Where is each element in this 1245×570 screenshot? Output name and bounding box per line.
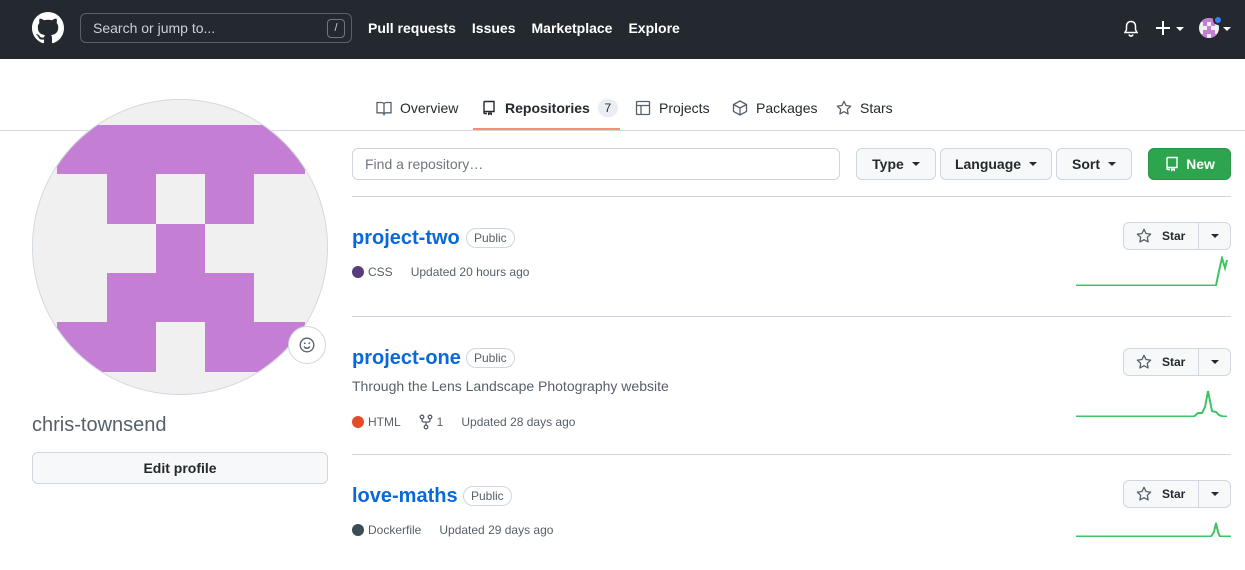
fork-count: 1	[436, 415, 444, 429]
list-divider	[352, 196, 1231, 197]
star-list-dropdown[interactable]	[1199, 481, 1230, 507]
package-icon	[732, 100, 748, 116]
star-button-group: Star	[1123, 348, 1231, 376]
fork-count-link[interactable]: 1	[419, 414, 444, 430]
repo-updated: Updated 29 days ago	[439, 523, 554, 537]
find-repository-input[interactable]	[352, 148, 840, 180]
nav-marketplace[interactable]: Marketplace	[532, 20, 613, 36]
identicon-avatar-icon	[33, 100, 327, 394]
caret-down-icon	[1108, 162, 1116, 166]
list-divider	[352, 316, 1231, 317]
profile-username: chris-townsend	[32, 414, 167, 436]
sort-button[interactable]: Sort	[1056, 148, 1132, 180]
language-filter-label: Language	[954, 156, 1022, 172]
tab-projects[interactable]: Projects	[635, 96, 710, 120]
star-label: Star	[1162, 355, 1186, 369]
nav-pull-requests[interactable]: Pull requests	[368, 20, 456, 36]
set-status-button[interactable]	[288, 326, 326, 364]
visibility-badge: Public	[463, 486, 512, 506]
book-icon	[376, 101, 392, 116]
tab-overview[interactable]: Overview	[376, 96, 458, 120]
new-button-label: New	[1186, 156, 1215, 172]
search-shortcut-key: /	[327, 19, 345, 38]
nav-explore[interactable]: Explore	[628, 20, 679, 36]
star-list-dropdown[interactable]	[1199, 349, 1230, 375]
fork-icon	[419, 414, 433, 430]
tab-label: Packages	[756, 100, 818, 116]
star-list-dropdown[interactable]	[1199, 223, 1230, 249]
visibility-badge: Public	[466, 228, 515, 248]
repo-meta: CSS Updated 20 hours ago	[352, 265, 529, 279]
tab-repositories[interactable]: Repositories 7	[481, 96, 618, 120]
nav-issues[interactable]: Issues	[472, 20, 516, 36]
repo-description: Through the Lens Landscape Photography w…	[352, 378, 669, 394]
repo-updated: Updated 20 hours ago	[410, 265, 530, 279]
tab-label: Repositories	[505, 100, 590, 116]
caret-down-icon	[1210, 234, 1219, 238]
list-divider	[352, 454, 1231, 455]
language-color-dot	[352, 266, 364, 278]
star-icon	[1136, 354, 1152, 369]
star-icon	[1136, 228, 1152, 243]
new-repository-button[interactable]: New	[1148, 148, 1231, 180]
smiley-icon	[299, 337, 315, 353]
repo-icon	[1166, 156, 1178, 172]
star-button[interactable]: Star	[1124, 349, 1199, 375]
profile-avatar	[32, 99, 328, 395]
type-filter-label: Type	[872, 156, 904, 172]
top-nav: Pull requests Issues Marketplace Explore	[368, 20, 680, 36]
tab-label: Projects	[659, 100, 710, 116]
sort-label: Sort	[1072, 156, 1100, 172]
global-search-input[interactable]: Search or jump to... /	[80, 13, 352, 43]
repo-language: Dockerfile	[368, 523, 422, 537]
tab-stars[interactable]: Stars	[836, 96, 893, 120]
star-button[interactable]: Star	[1124, 481, 1199, 507]
repo-link-project-one[interactable]: project-one	[352, 347, 461, 370]
language-color-dot	[352, 416, 364, 428]
tab-label: Overview	[400, 100, 459, 116]
activity-sparkline	[1076, 390, 1227, 417]
table-icon	[635, 100, 651, 116]
repo-language: HTML	[368, 415, 401, 429]
activity-sparkline	[1076, 522, 1231, 537]
repo-language: CSS	[368, 265, 393, 279]
repo-link-project-two[interactable]: project-two	[352, 227, 460, 250]
star-button[interactable]: Star	[1124, 223, 1199, 249]
visibility-badge: Public	[466, 348, 515, 368]
notification-dot	[1213, 15, 1223, 25]
search-placeholder: Search or jump to...	[93, 20, 216, 36]
caret-down-icon	[1029, 162, 1038, 166]
caret-down-icon	[911, 162, 920, 166]
star-label: Star	[1162, 229, 1186, 243]
repositories-count-badge: 7	[597, 99, 618, 117]
star-label: Star	[1162, 487, 1186, 501]
type-filter-button[interactable]: Type	[856, 148, 936, 180]
star-icon	[1136, 486, 1152, 501]
tab-packages[interactable]: Packages	[732, 96, 817, 120]
language-filter-button[interactable]: Language	[940, 148, 1052, 180]
star-button-group: Star	[1123, 222, 1231, 250]
repo-icon	[483, 100, 495, 116]
activity-sparkline	[1076, 256, 1228, 286]
language-color-dot	[352, 524, 364, 536]
caret-down-icon	[1210, 492, 1219, 496]
edit-profile-button[interactable]: Edit profile	[32, 452, 328, 484]
create-new-plus-icon[interactable]	[1156, 18, 1184, 38]
star-button-group: Star	[1123, 480, 1231, 508]
repo-updated: Updated 28 days ago	[461, 415, 576, 429]
bell-icon[interactable]	[1123, 20, 1139, 38]
caret-down-icon	[1210, 360, 1219, 364]
top-header: Search or jump to... / Pull requests Iss…	[0, 0, 1245, 59]
tab-label: Stars	[860, 100, 893, 116]
github-logo-icon[interactable]	[32, 12, 64, 44]
repo-meta: HTML 1 Updated 28 days ago	[352, 414, 575, 430]
chevron-down-icon[interactable]	[1223, 27, 1231, 31]
repo-link-love-maths[interactable]: love-maths	[352, 485, 458, 508]
repo-meta: Dockerfile Updated 29 days ago	[352, 523, 553, 537]
star-icon	[836, 100, 852, 115]
